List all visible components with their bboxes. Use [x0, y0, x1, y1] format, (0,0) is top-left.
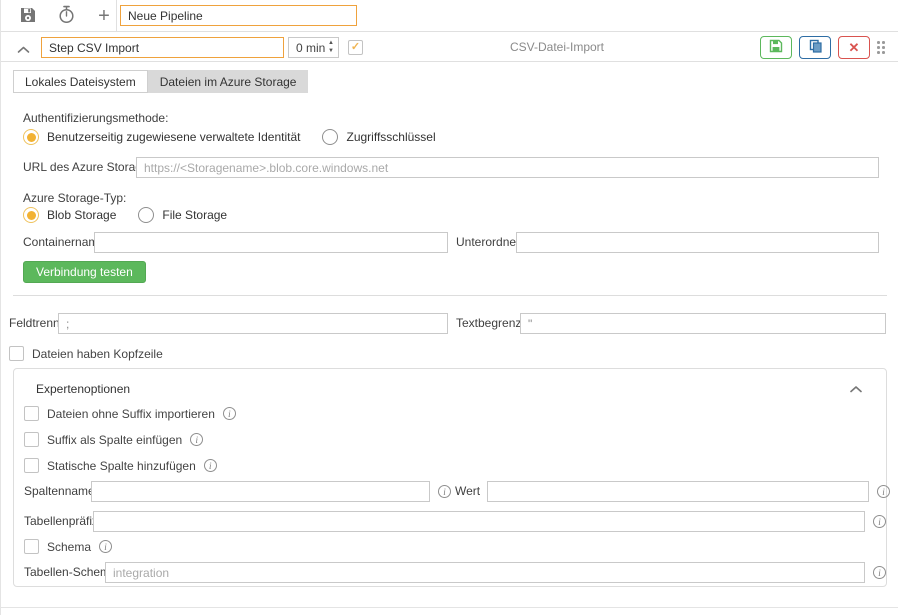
- info-icon[interactable]: i: [99, 540, 112, 553]
- spinner-down-icon[interactable]: ▼: [328, 48, 334, 55]
- storage-url-label: URL des Azure Storage: [23, 157, 149, 178]
- check-icon: ✓: [351, 42, 360, 53]
- step-type-title: CSV-Datei-Import: [362, 40, 752, 54]
- table-prefix-input[interactable]: [93, 511, 865, 532]
- import-without-suffix-checkbox[interactable]: [24, 406, 39, 421]
- save-pipeline-button[interactable]: [11, 4, 45, 28]
- field-delimiter-input[interactable]: [58, 313, 448, 334]
- chevron-up-icon: [17, 46, 30, 54]
- radio-blob-storage-label: Blob Storage: [47, 208, 116, 222]
- static-column-checkbox[interactable]: [24, 458, 39, 473]
- schema-checkbox[interactable]: [24, 539, 39, 554]
- has-header-row: Dateien haben Kopfzeile: [9, 346, 163, 361]
- main-toolbar: +: [1, 0, 898, 32]
- suffix-as-column-checkbox[interactable]: [24, 432, 39, 447]
- static-value-input[interactable]: [487, 481, 869, 502]
- schema-label: Schema: [47, 540, 91, 554]
- storage-tabs: Lokales Dateisystem Dateien im Azure Sto…: [13, 70, 308, 93]
- has-header-checkbox[interactable]: [9, 346, 24, 361]
- copy-icon: [809, 39, 822, 56]
- radio-managed-identity[interactable]: [23, 129, 39, 145]
- duration-spinner[interactable]: ▲ ▼: [328, 40, 334, 55]
- tab-local-filesystem[interactable]: Lokales Dateisystem: [13, 70, 148, 93]
- static-column-row: Statische Spalte hinzufügen i: [24, 458, 217, 473]
- pipeline-editor: + 0 min ▲ ▼ ✓ CSV-Datei-Import: [0, 0, 898, 615]
- container-name-label: Containername: [23, 232, 105, 253]
- pipeline-name-input[interactable]: [120, 5, 357, 26]
- info-icon[interactable]: i: [190, 433, 203, 446]
- column-name-input[interactable]: [91, 481, 430, 502]
- info-icon[interactable]: i: [873, 515, 886, 528]
- section-divider: [13, 295, 887, 296]
- info-icon[interactable]: i: [223, 407, 236, 420]
- expert-options-panel: Expertenoptionen Dateien ohne Suffix imp…: [13, 368, 887, 587]
- duration-value: 0 min: [296, 41, 325, 55]
- info-icon[interactable]: i: [204, 459, 217, 472]
- radio-managed-identity-label: Benutzerseitig zugewiesene verwaltete Id…: [47, 130, 300, 144]
- collapse-expert-button[interactable]: [850, 382, 862, 396]
- delete-step-button[interactable]: ✕: [838, 36, 870, 59]
- table-prefix-label: Tabellenpräfix: [24, 511, 98, 532]
- radio-access-key[interactable]: [322, 129, 338, 145]
- close-icon: ✕: [849, 41, 860, 54]
- schedule-pipeline-button[interactable]: [49, 4, 83, 28]
- static-value-label: Wert: [455, 481, 480, 502]
- bottom-border: [1, 607, 898, 608]
- text-qualifier-input[interactable]: [520, 313, 886, 334]
- duration-stepper[interactable]: 0 min ▲ ▼: [288, 37, 339, 58]
- chevron-up-icon: [850, 386, 862, 393]
- expert-options-title: Expertenoptionen: [36, 379, 130, 400]
- auth-method-label: Authentifizierungsmethode:: [23, 108, 168, 129]
- suffix-as-column-label: Suffix als Spalte einfügen: [47, 433, 182, 447]
- step-active-checkbox[interactable]: ✓: [348, 40, 363, 55]
- static-column-label: Statische Spalte hinzufügen: [47, 459, 196, 473]
- auth-method-radios: Benutzerseitig zugewiesene verwaltete Id…: [23, 129, 450, 145]
- import-without-suffix-row: Dateien ohne Suffix importieren i: [24, 406, 236, 421]
- stopwatch-icon: [57, 5, 76, 27]
- drag-handle-icon[interactable]: [877, 41, 887, 55]
- info-icon[interactable]: i: [877, 485, 890, 498]
- radio-access-key-label: Zugriffsschlüssel: [346, 130, 435, 144]
- step-header: 0 min ▲ ▼ ✓ CSV-Datei-Import ✕: [1, 33, 898, 62]
- table-schema-input[interactable]: [105, 562, 865, 583]
- radio-file-storage[interactable]: [138, 207, 154, 223]
- save-step-button[interactable]: [760, 36, 792, 59]
- schema-row: Schema i: [24, 539, 112, 554]
- storage-type-radios: Blob Storage File Storage: [23, 207, 241, 223]
- suffix-as-column-row: Suffix als Spalte einfügen i: [24, 432, 203, 447]
- storage-type-label: Azure Storage-Typ:: [23, 188, 126, 209]
- table-schema-label: Tabellen-Schema: [24, 562, 117, 583]
- duplicate-step-button[interactable]: [799, 36, 831, 59]
- radio-blob-storage[interactable]: [23, 207, 39, 223]
- spinner-up-icon[interactable]: ▲: [328, 40, 334, 47]
- info-icon[interactable]: i: [873, 566, 886, 579]
- step-name-input[interactable]: [41, 37, 284, 58]
- import-without-suffix-label: Dateien ohne Suffix importieren: [47, 407, 215, 421]
- tab-azure-storage[interactable]: Dateien im Azure Storage: [148, 70, 309, 93]
- save-step-icon: [769, 39, 783, 56]
- toolbar-separator: [116, 0, 117, 32]
- test-connection-button[interactable]: Verbindung testen: [23, 261, 146, 283]
- plus-icon: +: [98, 6, 110, 26]
- subfolder-input[interactable]: [516, 232, 879, 253]
- has-header-label: Dateien haben Kopfzeile: [32, 347, 163, 361]
- radio-file-storage-label: File Storage: [162, 208, 227, 222]
- storage-url-input[interactable]: [136, 157, 879, 178]
- info-icon[interactable]: i: [438, 485, 451, 498]
- column-name-label: Spaltenname: [24, 481, 95, 502]
- collapse-step-button[interactable]: [17, 43, 30, 57]
- save-icon: [19, 6, 37, 27]
- container-name-input[interactable]: [94, 232, 448, 253]
- subfolder-label: Unterordner: [456, 232, 520, 253]
